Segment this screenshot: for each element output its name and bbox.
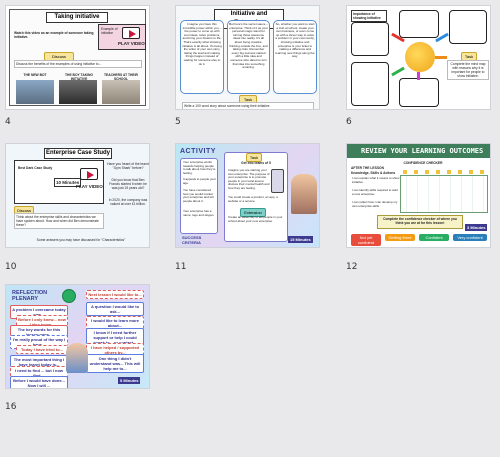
task-text: Complete the mind map with reasons why i…	[447, 60, 489, 80]
task-text-2: You could create a product, an app, a we…	[228, 196, 278, 203]
mind-map-box-4[interactable]	[351, 62, 389, 106]
mind-map-box-5[interactable]	[399, 78, 439, 107]
arrow-icon	[435, 56, 447, 59]
video-caption: Example of initiative	[101, 27, 118, 35]
column-1-text: Imagine you have this incredible power w…	[182, 23, 222, 66]
bottom-text: Complete the confidence checker of where…	[383, 217, 457, 225]
play-video-button[interactable]	[122, 27, 140, 39]
video-caption: Best Dark Case Study	[18, 166, 53, 170]
discuss-text: Think about the enterprise skills and ch…	[14, 213, 104, 229]
play-icon	[87, 171, 94, 179]
slide-thumbnail-4[interactable]: Taking initiative Watch this video as an…	[5, 5, 150, 110]
extension-text: Create an assembly to tell people in you…	[228, 216, 283, 223]
play-label: PLAY VIDEO	[118, 41, 145, 46]
column-2-text: But here's the secret sauce – enterprise…	[229, 23, 268, 70]
play-video-button[interactable]	[80, 168, 98, 180]
timer-badge: 3 Minutes	[465, 224, 488, 231]
thinking-person-illustration	[66, 343, 88, 373]
criteria-item: Your enterprise has a name, logo and slo…	[183, 210, 215, 217]
mind-map-box-1[interactable]	[351, 22, 389, 56]
key-getting-there: Getting there	[385, 234, 415, 241]
example-image-2	[59, 80, 97, 104]
slide-title: Taking initiative	[46, 12, 108, 23]
slide-number-12: 12	[346, 262, 358, 272]
table-row: I can reflect how I can develop my own e…	[352, 200, 398, 208]
instruction-text: Watch this video as an example of someon…	[14, 31, 94, 39]
slide-number-10: 10	[5, 262, 17, 272]
after-label: AFTER THE LESSON	[351, 166, 384, 170]
example-image-1	[16, 80, 54, 104]
slide-thumbnail-16[interactable]: REFLECTION PLENARY A problem I overcame …	[5, 284, 150, 389]
slide-number-5: 5	[175, 117, 181, 127]
right-text-2: Did you know that Ben Francis started it…	[109, 178, 147, 190]
slide-title: Importance of showing initiative	[351, 10, 387, 22]
mind-map-box-2[interactable]	[399, 10, 439, 38]
slide-title: Enterprise Case Study	[44, 148, 112, 159]
example-label-3: TEACHERS AT THEIR SCHOOL	[104, 73, 138, 81]
checkmark-icon	[62, 289, 76, 303]
emoji-row	[403, 170, 487, 174]
slide-thumbnail-5[interactable]: Initiative and Enterprise Imagine you ha…	[175, 5, 320, 110]
arrow-icon	[391, 66, 405, 77]
right-text-3: In 2020, the company was valued at over …	[108, 198, 148, 206]
people-illustration	[291, 174, 317, 214]
table-row: I can explain what it means to show init…	[352, 176, 400, 184]
prompt-right-1[interactable]: Next lesson I would like to...	[86, 290, 144, 299]
phone-image	[271, 169, 284, 193]
key-very-confident: Very confident	[453, 234, 487, 241]
timer-badge: 5 Minutes	[118, 377, 141, 384]
slide-thumbnail-6[interactable]: Importance of showing initiative Task Co…	[346, 5, 491, 110]
slide-number-6: 6	[346, 117, 352, 127]
criteria-item: You have considered how you would market…	[183, 189, 214, 203]
slide-title: REFLECTION PLENARY	[12, 290, 48, 302]
checker-title: CONFIDENCE CHECKER	[403, 161, 443, 165]
play-label: PLAY VIDEO	[76, 184, 103, 189]
example-label-1: THE NEW BOT	[23, 73, 47, 77]
right-text-1: Have you heard of the brand "Gym Shark" …	[107, 162, 149, 170]
prompt-right-6[interactable]: One thing I didn't understand was... Thi…	[86, 354, 144, 373]
mind-map-box-3[interactable]	[449, 10, 487, 44]
thinking-emoji-icon	[405, 42, 435, 72]
prompt-right-2[interactable]: A question I would like to ask...	[86, 302, 144, 316]
footer-text: Some answers you may have discussed for …	[36, 238, 126, 242]
slide-number-11: 11	[175, 262, 187, 272]
example-label-2: THE BOY TAKING INITIATIVE	[65, 73, 93, 81]
arrow-icon	[417, 72, 420, 80]
task-heading: Get into teams of 5	[241, 161, 271, 165]
prompt-left-8[interactable]: Before I would have done... Now I will .…	[10, 376, 68, 388]
play-icon	[129, 30, 136, 38]
slide-title: REVIEW YOUR LEARNING OUTCOMES	[361, 147, 484, 155]
criteria-item: Your enterprise works towards helping pe…	[183, 161, 216, 175]
column-3-text: So, whether you want to start a club at …	[275, 23, 315, 59]
discuss-text: Discuss the benefits of the examples of …	[14, 60, 142, 68]
success-criteria-label: SUCCESS CRITERIA	[182, 235, 202, 245]
example-image-3	[102, 80, 140, 104]
table-row: I can identify skills required to start …	[352, 188, 399, 196]
slide-thumbnail-11[interactable]: ACTIVITY Your enterprise works towards h…	[175, 143, 320, 248]
slide-title: ACTIVITY	[180, 148, 216, 155]
key-confident: Confident	[419, 234, 449, 241]
task-text: Write a 100 word story about someone usi…	[182, 102, 314, 109]
key-not-yet: Not yet confident	[351, 234, 381, 246]
prompt-left-5[interactable]: Today I have tried to...	[16, 345, 68, 354]
task-text: Imagine you are starting your own enterp…	[228, 169, 270, 190]
slide-thumbnail-10[interactable]: Enterprise Case Study Best Dark Case Stu…	[5, 143, 150, 248]
slide-thumbnail-12[interactable]: REVIEW YOUR LEARNING OUTCOMES CONFIDENCE…	[346, 143, 491, 248]
timer-badge: 15 Minutes	[288, 236, 313, 243]
slide-number-4: 4	[5, 117, 11, 127]
criteria-item: It appeals to people your age.	[183, 178, 216, 185]
slide-number-16: 16	[5, 402, 17, 412]
